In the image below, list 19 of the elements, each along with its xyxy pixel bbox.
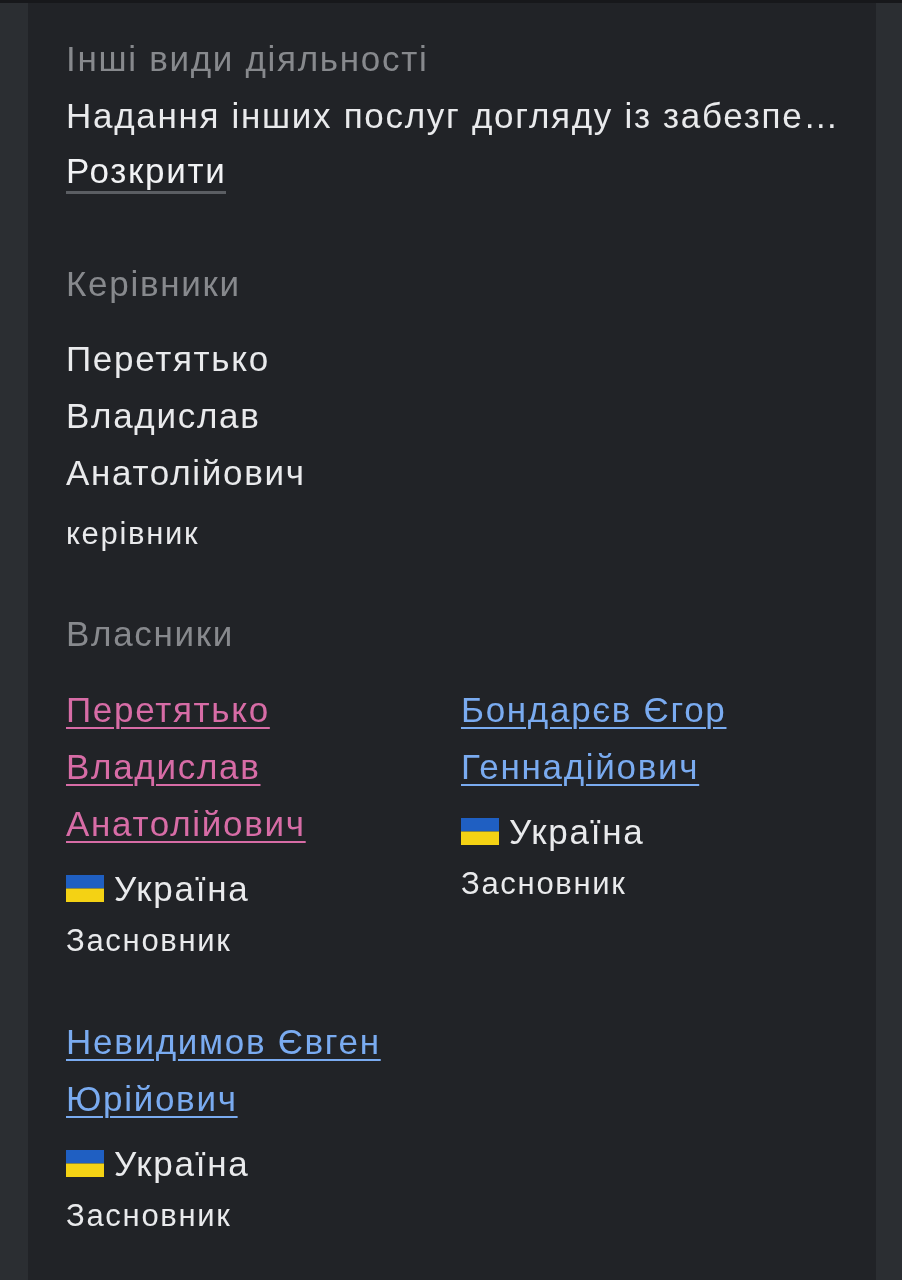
manager-name: Перетятько Владислав Анатолійович xyxy=(66,338,307,494)
activity-text: Надання інших послуг догляду із забезпе… xyxy=(66,95,841,137)
country-name: Україна xyxy=(509,811,645,853)
country-name: Україна xyxy=(114,1143,250,1185)
owner-role: Засновник xyxy=(66,922,232,960)
section-title: Інші види діяльності xyxy=(66,38,429,80)
owner-name-link[interactable]: Перетятько Владислав Анатолійович xyxy=(66,681,426,852)
section-title: Власники xyxy=(66,613,235,655)
manager-role: керівник xyxy=(66,515,200,553)
owner-name-link[interactable]: Бондарєв Єгор Геннадійович xyxy=(461,681,821,795)
flag-icon xyxy=(66,1150,104,1177)
owner-name-link[interactable]: Невидимов Євген Юрійович xyxy=(66,1013,426,1127)
section-title: Керівники xyxy=(66,263,241,305)
owner-role: Засновник xyxy=(461,865,627,903)
expand-link[interactable]: Розкрити xyxy=(66,151,227,194)
owner-role: Засновник xyxy=(66,1197,232,1235)
flag-icon xyxy=(461,818,499,845)
country-name: Україна xyxy=(114,868,250,910)
flag-icon xyxy=(66,875,104,902)
